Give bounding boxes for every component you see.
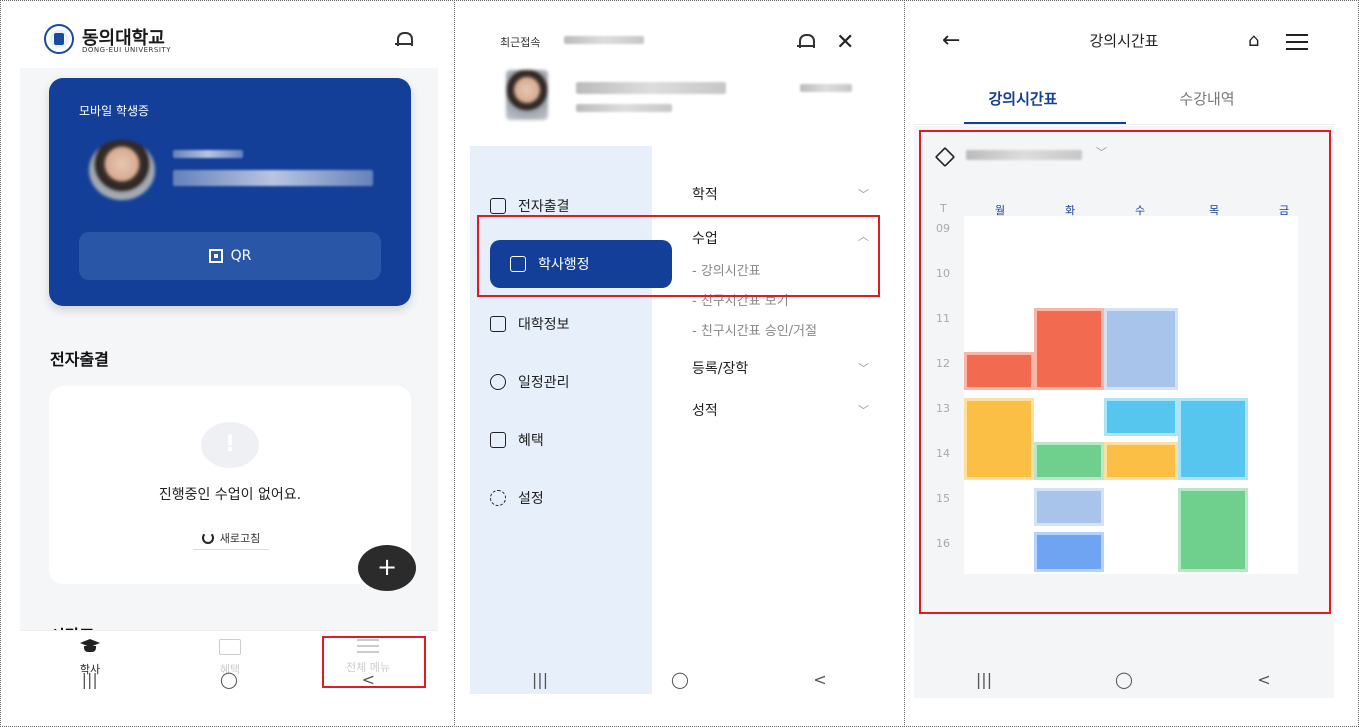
- qr-button[interactable]: QR: [79, 232, 381, 280]
- side-item-label: 설정: [518, 491, 544, 507]
- side-item-label: 일정관리: [518, 375, 570, 391]
- recent-access-label: 최근접속: [500, 36, 541, 49]
- panel-divider: [454, 0, 455, 727]
- home-button[interactable]: ◯: [1094, 670, 1154, 689]
- home-screen: 동의대학교 DONG-EUI UNIVERSITY 모바일 학생증 QR 전자출…: [20, 8, 438, 698]
- tab-divider: [914, 124, 1334, 125]
- redacted-status: [800, 84, 852, 92]
- page-title: 강의시간표: [1089, 32, 1159, 50]
- side-item-benefits[interactable]: 혜택: [470, 416, 652, 464]
- bell-icon[interactable]: [394, 30, 413, 48]
- refresh-label: 새로고침: [219, 531, 261, 545]
- side-item-label: 대학정보: [518, 317, 570, 333]
- close-icon[interactable]: ✕: [836, 30, 854, 55]
- university-name-en: DONG-EUI UNIVERSITY: [82, 46, 171, 54]
- graduation-cap-icon: [79, 639, 101, 655]
- menu-group-registry[interactable]: 학적: [692, 184, 718, 204]
- home-button[interactable]: ◯: [199, 670, 259, 689]
- side-item-label: 전자출결: [518, 199, 570, 215]
- back-button[interactable]: <: [790, 670, 850, 689]
- system-nav-bar: ||| ◯ <: [470, 666, 890, 692]
- card-title: 모바일 학생증: [79, 104, 150, 118]
- panel-divider: [904, 0, 905, 727]
- bell-icon[interactable]: [796, 32, 815, 50]
- redacted-name: [576, 82, 726, 94]
- side-item-label: 혜택: [518, 433, 544, 449]
- highlight-box: [477, 215, 880, 297]
- menu-icon[interactable]: [1286, 34, 1308, 50]
- system-nav-bar: ||| ◯ <: [914, 666, 1334, 692]
- redacted-info: [173, 150, 243, 158]
- redacted-info: [576, 104, 672, 112]
- timetable-section-title: 시간표: [50, 622, 94, 630]
- attendance-section-title: 전자출결: [50, 350, 109, 369]
- recent-apps-button[interactable]: |||: [954, 670, 1014, 689]
- gift-icon: [219, 639, 241, 655]
- alarm-icon: [490, 374, 506, 390]
- university-seal-icon: [44, 24, 74, 54]
- add-fab-button[interactable]: +: [358, 545, 416, 591]
- side-item-schedule[interactable]: 일정관리: [470, 358, 652, 406]
- recent-apps-button[interactable]: |||: [60, 670, 120, 689]
- app-header: 동의대학교 DONG-EUI UNIVERSITY: [20, 8, 438, 68]
- attendance-card: ! 진행중인 수업이 없어요. 새로고침: [49, 386, 411, 584]
- avatar: [506, 70, 548, 120]
- menu-group-grades[interactable]: 성적: [692, 400, 718, 420]
- tab-course-history[interactable]: 수강내역: [1102, 88, 1312, 109]
- gear-icon: [490, 490, 506, 506]
- chevron-down-icon[interactable]: ﹀: [858, 360, 869, 376]
- exclamation-icon: !: [201, 422, 259, 468]
- gift-icon: [490, 432, 506, 448]
- home-icon[interactable]: ⌂: [1248, 30, 1259, 51]
- redacted-name: [173, 170, 373, 186]
- scroll-icon: [490, 198, 506, 214]
- highlight-box: [322, 636, 426, 688]
- menu-group-registration[interactable]: 등록/장학: [692, 358, 748, 378]
- refresh-icon: [201, 531, 214, 544]
- empty-message: 진행중인 수업이 없어요.: [158, 487, 302, 503]
- chevron-down-icon[interactable]: ﹀: [858, 402, 869, 418]
- recent-apps-button[interactable]: |||: [510, 670, 570, 689]
- side-item-settings[interactable]: 설정: [470, 474, 652, 522]
- redacted-timestamp: [564, 36, 644, 44]
- avatar: [89, 140, 155, 200]
- qr-code-icon: [208, 249, 223, 263]
- school-icon: [490, 316, 506, 332]
- qr-label: QR: [230, 248, 252, 264]
- active-tab-indicator: [964, 122, 1126, 124]
- refresh-button[interactable]: 새로고침: [193, 526, 269, 550]
- back-button[interactable]: <: [1234, 670, 1294, 689]
- highlight-box: [919, 130, 1331, 614]
- tab-timetable[interactable]: 강의시간표: [918, 88, 1128, 109]
- link-friend-approval[interactable]: - 친구시간표 승인/거절: [692, 320, 817, 339]
- mobile-student-id-card[interactable]: 모바일 학생증 QR: [49, 78, 411, 306]
- side-item-university-info[interactable]: 대학정보: [470, 300, 652, 348]
- home-button[interactable]: ◯: [650, 670, 710, 689]
- chevron-down-icon[interactable]: ﹀: [858, 186, 869, 202]
- full-menu-screen: 최근접속 ✕ 전자출결 학사행정 대학정보 일정관리 혜택 설정 학적 ﹀ 수업…: [470, 8, 890, 698]
